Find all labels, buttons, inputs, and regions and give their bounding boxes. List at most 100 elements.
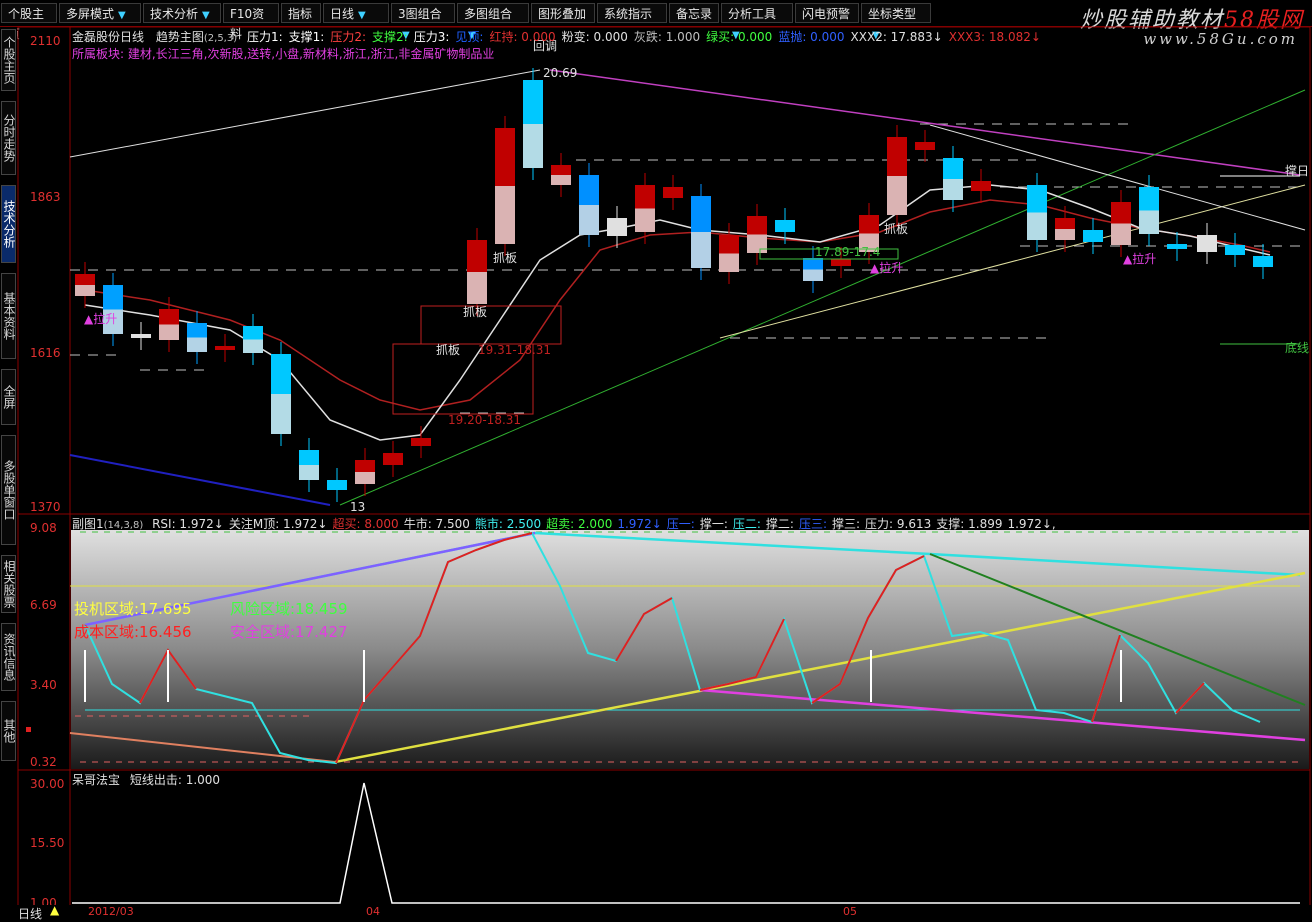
ma-line bbox=[84, 184, 1271, 441]
sub1-legend-item: 压三: bbox=[798, 517, 827, 531]
period-arrow-icon[interactable]: ▲ bbox=[50, 903, 59, 917]
candle-gradient bbox=[523, 124, 543, 168]
candle-gradient bbox=[243, 339, 263, 353]
sub2-title: 呆哥法宝 bbox=[72, 773, 121, 787]
zone-anquan: 安全区域:17.427 bbox=[230, 623, 348, 641]
candle-gradient bbox=[75, 285, 95, 296]
candle-gradient bbox=[271, 394, 291, 434]
candle-body bbox=[327, 480, 347, 490]
candle-gradient bbox=[719, 253, 739, 272]
sub1-legend: 副图1(14,3,8) RSI: 1.972↓ 关注M顶: 1.972↓ 超买: 8… bbox=[72, 515, 1056, 532]
stock-name: 金磊股份 bbox=[72, 30, 121, 44]
chart-annotation: 抓板 bbox=[493, 251, 517, 265]
sub1-legend-item: 支撑: 1.899 bbox=[936, 517, 1003, 531]
sub1-legend-item: 超卖: 2.000 bbox=[546, 517, 613, 531]
main-legend-item: 压力3: bbox=[413, 30, 450, 44]
main-legend-item: 粉变: 0.000 bbox=[561, 30, 628, 44]
chart-annotation: 抓板 bbox=[436, 343, 460, 357]
candle-body bbox=[971, 181, 991, 191]
date-label: 05 bbox=[843, 905, 857, 918]
chart-annotation: ▲拉升 bbox=[84, 311, 117, 326]
period-label: 日线 bbox=[120, 30, 145, 44]
main-legend-item: 灰跌: 1.000 bbox=[633, 30, 701, 44]
marker-icon bbox=[26, 727, 31, 732]
candle-gradient bbox=[299, 465, 319, 480]
date-label: 2012/03 bbox=[88, 905, 134, 918]
candle-body bbox=[1253, 256, 1273, 267]
sub1-y-label: 3.40 bbox=[30, 678, 57, 692]
candle-gradient bbox=[159, 324, 179, 340]
bottom-bar: 日线 ▲ 2012/03 04 05 bbox=[0, 903, 1312, 922]
signal-line bbox=[72, 782, 1300, 904]
chart-annotation: 17.89-17.4 bbox=[815, 245, 880, 259]
main-chart-layer: 20.69回调抓板抓板抓板抓板19.31-18.3119.20-18.3117.… bbox=[69, 39, 1309, 514]
date-label: 04 bbox=[366, 905, 380, 918]
sub2-chart-layer bbox=[72, 782, 1300, 904]
main-legend-item: 支撑1: bbox=[288, 30, 325, 44]
candle-gradient bbox=[495, 186, 515, 244]
candle-gradient bbox=[607, 227, 627, 236]
candle-gradient bbox=[467, 272, 487, 304]
candle-body bbox=[915, 142, 935, 150]
candle-body bbox=[831, 259, 851, 266]
candle-gradient bbox=[579, 205, 599, 235]
main-legend-item: XXX3: 18.082↓ bbox=[948, 30, 1041, 44]
candle-gradient bbox=[747, 234, 767, 253]
main-legend-item: 支撑2: bbox=[372, 30, 408, 44]
sub1-legend-item: 压一: bbox=[666, 517, 695, 531]
chart-annotation: 抓板 bbox=[884, 222, 908, 236]
sub1-legend-item: 撑二: bbox=[765, 517, 794, 531]
sub2-y-label: 15.50 bbox=[30, 836, 65, 850]
candle-body bbox=[1083, 230, 1103, 242]
y-label: 2110 bbox=[30, 34, 61, 48]
indicator-params: (2,5,3) bbox=[203, 33, 238, 44]
candle-gradient bbox=[635, 208, 655, 232]
chart-annotation: 13 bbox=[350, 500, 365, 514]
candle-gradient bbox=[1027, 212, 1047, 240]
sub2-value: 短线出击: 1.000 bbox=[129, 773, 221, 787]
main-legend-item: 见顶: bbox=[455, 30, 484, 44]
chart-annotation: 19.20-18.31 bbox=[448, 413, 521, 427]
zone-fengxian: 风险区域:18.459 bbox=[230, 600, 348, 618]
trend-line bbox=[69, 454, 331, 506]
candle-body bbox=[411, 438, 431, 446]
chart-annotation: 20.69 bbox=[543, 66, 577, 80]
y-label: 1616 bbox=[30, 346, 61, 360]
zone-touji: 投机区域:17.695 bbox=[74, 600, 192, 618]
main-legend-item: 蓝抛: 0.000 bbox=[778, 30, 845, 44]
candle-gradient bbox=[1111, 223, 1131, 245]
sub2-y-label: 30.00 bbox=[30, 777, 65, 791]
chart-annotation: 19.31-18.31 bbox=[478, 343, 551, 357]
sub1-legend-item: RSI: 1.972↓ bbox=[152, 517, 224, 531]
bottom-period[interactable]: 日线 bbox=[18, 905, 42, 922]
main-legend-item: 红持: 0.000 bbox=[489, 30, 556, 44]
candle-gradient bbox=[1139, 210, 1159, 234]
candle-body bbox=[215, 346, 235, 350]
main-legend-item: 压力1: bbox=[246, 30, 283, 44]
main-legend-item: 压力2: bbox=[330, 30, 367, 44]
main-legend-item: XXX2: 17.883↓ bbox=[850, 30, 943, 44]
chart-annotation: ▲拉升 bbox=[870, 260, 903, 275]
chart-annotation: ▲拉升 bbox=[1123, 251, 1156, 266]
main-legend: 金磊股份日线 趋势主图(2,5,3) 压力1: 支撑1: 压力2: 支撑2: 压力3: 见… bbox=[72, 28, 1041, 45]
candle-gradient bbox=[1197, 243, 1217, 252]
candle-body bbox=[131, 334, 151, 338]
candle-gradient bbox=[551, 175, 571, 185]
sector-label: 所属板块: 建材,长江三角,次新股,送转,小盘,新材料,浙江,浙江,非金属矿物制… bbox=[72, 47, 495, 61]
sub1-legend-item: 熊市: 2.500 bbox=[474, 517, 542, 531]
zone-chengben: 成本区域:16.456 bbox=[74, 623, 192, 641]
sub2-legend: 呆哥法宝 短线出击: 1.000 bbox=[72, 771, 220, 788]
candle-body bbox=[1167, 244, 1187, 249]
sub1-legend-item: 1.972↓ bbox=[617, 517, 662, 531]
candle-body bbox=[775, 220, 795, 232]
indicator-name: 趋势主图 bbox=[155, 30, 204, 44]
sub1-y-label: 9.08 bbox=[30, 521, 57, 535]
y-label: 1863 bbox=[30, 190, 61, 204]
sub1-legend-item: 压二: bbox=[732, 517, 761, 531]
chart-annotation: 抓板 bbox=[463, 305, 487, 319]
candle-gradient bbox=[187, 337, 207, 352]
candle-gradient bbox=[887, 176, 907, 215]
candle-gradient bbox=[1055, 229, 1075, 240]
candle-gradient bbox=[803, 269, 823, 281]
sub1-legend-item: 超买: 8.000 bbox=[332, 517, 399, 531]
